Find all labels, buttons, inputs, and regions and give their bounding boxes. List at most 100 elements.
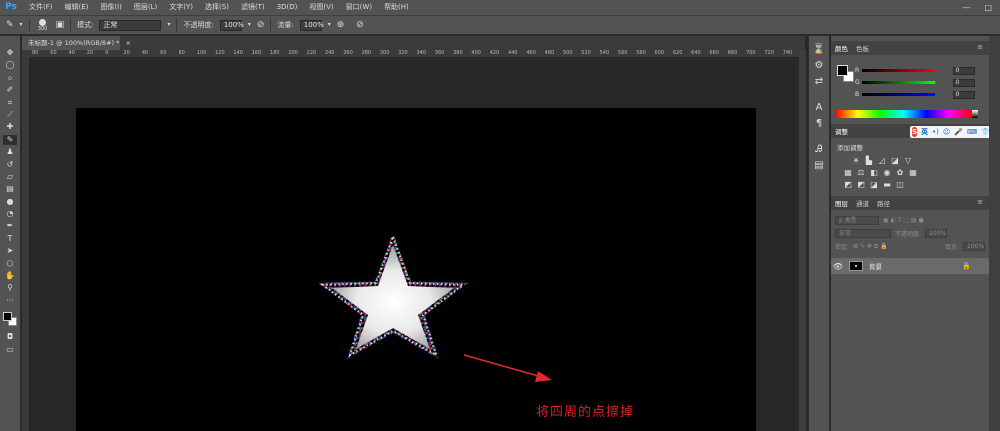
tab-color[interactable]: 颜色 xyxy=(835,43,848,53)
menu-layer[interactable]: 图层(L) xyxy=(128,0,163,15)
brush-icon[interactable]: ✎ xyxy=(3,134,17,146)
panel-menu-icon[interactable]: ≡ xyxy=(977,198,983,206)
vertical-ruler[interactable] xyxy=(22,58,30,431)
quick-mask-icon[interactable]: ◘ xyxy=(3,332,17,342)
menu-3d[interactable]: 3D(D) xyxy=(271,0,304,15)
move-icon[interactable]: ✥ xyxy=(3,48,17,58)
brush-preset-picker[interactable]: 300 xyxy=(36,18,50,32)
mode-select[interactable]: 正常 xyxy=(99,19,162,31)
curves-icon[interactable]: ◿ xyxy=(877,156,887,165)
slider-g-value[interactable]: 0 xyxy=(952,78,975,87)
slider-g[interactable]: G 0 xyxy=(855,78,975,87)
color-spectrum[interactable] xyxy=(835,110,972,118)
tab-adjustments[interactable]: 调整 xyxy=(835,126,848,136)
ime-punctuation-icon[interactable]: •) xyxy=(932,128,939,136)
pen-icon[interactable]: ✒ xyxy=(3,221,17,231)
filter-icons[interactable]: ▣ ◐ T ⬚ ▤ ● xyxy=(883,217,924,224)
layer-fill-input[interactable]: 100% xyxy=(963,242,985,251)
healing-icon[interactable]: ✚ xyxy=(3,122,17,132)
gradient-icon[interactable]: ▤ xyxy=(3,184,17,194)
minimize-icon[interactable]: — xyxy=(962,3,970,12)
menu-select[interactable]: 选择(S) xyxy=(199,0,235,15)
blend-mode-select[interactable]: 正常 xyxy=(835,229,891,238)
posterize-icon[interactable]: ◩ xyxy=(856,180,866,189)
pasteboard[interactable]: 将四周的点擦掉 xyxy=(30,58,799,431)
ime-language-toggle[interactable]: 英 xyxy=(921,127,928,137)
eraser-icon[interactable]: ▱ xyxy=(3,172,17,182)
brush-panel-icon[interactable]: ▣ xyxy=(56,19,65,31)
history-icon[interactable]: ⌛ xyxy=(811,44,827,56)
path-select-icon[interactable]: ➤ xyxy=(3,246,17,256)
menu-file[interactable]: 文件(F) xyxy=(23,0,59,15)
chevron-down-icon[interactable]: ▾ xyxy=(328,19,331,31)
flow-input[interactable]: 100% xyxy=(299,19,324,31)
menu-filter[interactable]: 滤镜(T) xyxy=(235,0,271,15)
color-balance-icon[interactable]: ⚖ xyxy=(856,168,866,177)
airbrush-icon[interactable]: ⊛ xyxy=(337,19,345,31)
invert-icon[interactable]: ◩ xyxy=(843,180,853,189)
glyphs-icon[interactable]: Ꭿ xyxy=(811,144,827,156)
zoom-icon[interactable]: ⚲ xyxy=(3,283,17,293)
libraries-icon[interactable]: ▤ xyxy=(811,160,827,172)
lock-icon[interactable]: 🔒 xyxy=(962,262,971,270)
exposure-icon[interactable]: ◪ xyxy=(890,156,900,165)
tab-channels[interactable]: 通道 xyxy=(856,198,869,208)
vibrance-icon[interactable]: ▽ xyxy=(903,156,913,165)
slider-g-track[interactable] xyxy=(862,81,935,84)
stamp-icon[interactable]: ♟ xyxy=(3,147,17,157)
visibility-eye-icon[interactable]: 👁 xyxy=(831,262,845,271)
screen-mode-icon[interactable]: ▭ xyxy=(3,345,17,355)
swap-icon[interactable]: ⇄ xyxy=(811,76,827,88)
paragraph-icon[interactable]: ¶ xyxy=(811,118,827,130)
hand-icon[interactable]: ✋ xyxy=(3,271,17,281)
slider-r-track[interactable] xyxy=(862,69,935,72)
tab-layers[interactable]: 图层 xyxy=(835,198,848,208)
pressure-size-icon[interactable]: ⊘ xyxy=(356,19,364,31)
document-tab[interactable]: 未标题-1 @ 100%(RGB/8#) * × xyxy=(22,36,131,50)
layer-name[interactable]: 背景 xyxy=(869,261,882,271)
menu-type[interactable]: 文字(Y) xyxy=(163,0,199,15)
ime-emoji-icon[interactable]: ☺ xyxy=(943,128,950,136)
tab-paths[interactable]: 路径 xyxy=(877,198,890,208)
chevron-down-icon[interactable]: ▾ xyxy=(167,19,170,31)
photo-filter-icon[interactable]: ◉ xyxy=(882,168,892,177)
lock-icons[interactable]: ⊠ ✎ ✥ ⧉ 🔒 xyxy=(853,243,887,251)
more-icon[interactable]: ··· xyxy=(3,296,17,306)
color-chips[interactable] xyxy=(837,65,855,83)
close-icon[interactable]: × xyxy=(125,39,130,47)
eyedropper-icon[interactable]: ⟋ xyxy=(3,110,17,120)
panel-menu-icon[interactable]: ≡ xyxy=(977,43,983,51)
menu-edit[interactable]: 编辑(E) xyxy=(59,0,95,15)
menu-window[interactable]: 窗口(W) xyxy=(340,0,378,15)
marquee-icon[interactable]: ◯ xyxy=(3,60,17,70)
dodge-icon[interactable]: ◔ xyxy=(3,209,17,219)
crop-icon[interactable]: ⌗ xyxy=(3,98,17,108)
ime-toolbar[interactable]: S 英 •) ☺ 🎤 ⌨ 👕 ▦ xyxy=(910,126,1000,138)
menu-help[interactable]: 帮助(H) xyxy=(378,0,415,15)
color-lookup-icon[interactable]: ▦ xyxy=(908,168,918,177)
vertical-scrollbar[interactable] xyxy=(799,50,806,431)
grayscale-ramp[interactable] xyxy=(972,110,978,118)
opacity-input[interactable]: 100% xyxy=(219,19,244,31)
levels-icon[interactable]: ▙ xyxy=(864,156,874,165)
ime-keyboard-icon[interactable]: ⌨ xyxy=(967,128,977,136)
maximize-icon[interactable]: □ xyxy=(984,3,992,12)
tab-swatches[interactable]: 色板 xyxy=(856,43,869,53)
ime-voice-icon[interactable]: 🎤 xyxy=(954,128,963,136)
slider-b[interactable]: B 0 xyxy=(855,90,975,99)
foreground-chip[interactable] xyxy=(837,65,848,76)
hue-saturation-icon[interactable]: ▦ xyxy=(843,168,853,177)
menu-image[interactable]: 图像(I) xyxy=(94,0,128,15)
brightness-icon[interactable]: ☀ xyxy=(851,156,861,165)
menu-view[interactable]: 视图(V) xyxy=(303,0,339,15)
quick-select-icon[interactable]: ✐ xyxy=(3,85,17,95)
character-icon[interactable]: A xyxy=(811,102,827,114)
threshold-icon[interactable]: ◪ xyxy=(869,180,879,189)
history-brush-icon[interactable]: ↺ xyxy=(3,160,17,170)
pressure-opacity-icon[interactable]: ⊘ xyxy=(257,19,265,31)
slider-r-value[interactable]: 0 xyxy=(952,66,975,75)
foreground-color-swatch[interactable] xyxy=(3,312,12,322)
color-swatches[interactable] xyxy=(2,311,18,327)
slider-r[interactable]: R 0 xyxy=(855,66,975,75)
properties-icon[interactable]: ⚙ xyxy=(811,60,827,72)
